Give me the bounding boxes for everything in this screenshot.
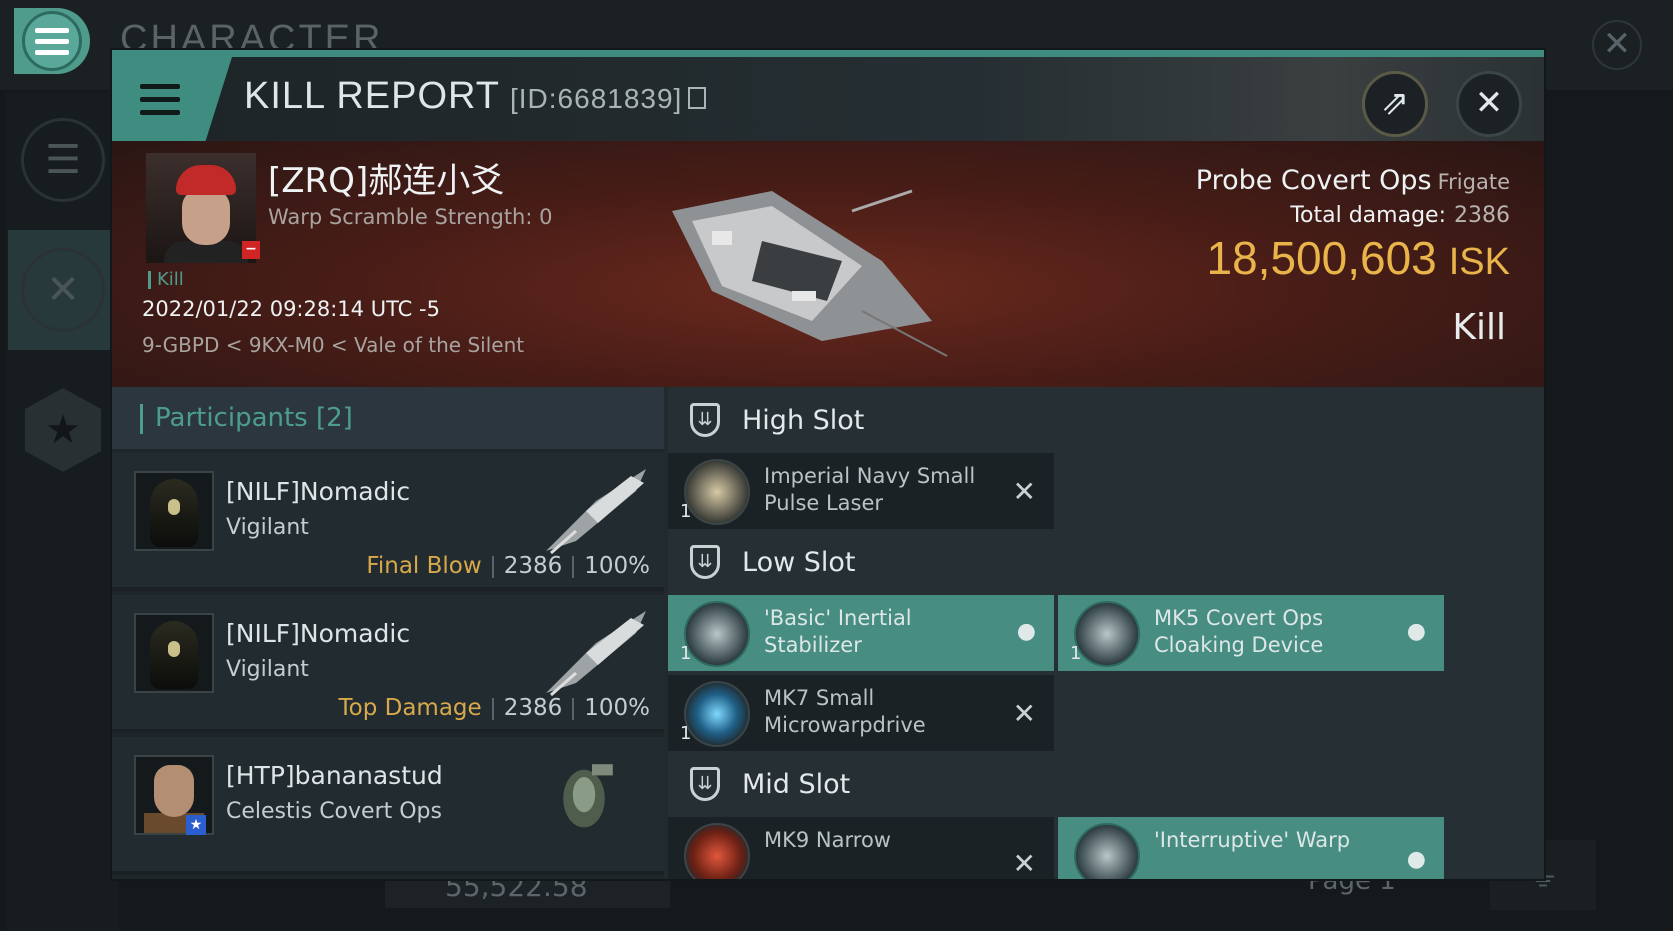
pilot-damage: 2386: [503, 695, 563, 721]
module-name: Imperial Navy Small Pulse Laser: [764, 464, 976, 515]
dropped-person-icon: ●: [1016, 619, 1036, 644]
module-name: MK5 Covert Ops Cloaking Device: [1154, 606, 1324, 657]
participant-row[interactable]: [NILF]Nomadic Vigilant Top Damage 2386 100…: [112, 595, 664, 733]
low-slot-header: ⇊ Low Slot: [668, 529, 1544, 595]
participant-row[interactable]: [NILF]Nomadic Vigilant Final Blow 2386 100…: [112, 453, 664, 591]
high-slot-icon: ⇊: [690, 403, 720, 437]
pilot-name: [HTP]bananastud: [226, 761, 443, 790]
pilot-stats: Final Blow 2386 100%: [366, 553, 650, 579]
dropped-person-icon: ●: [1406, 847, 1426, 872]
module-name: MK9 Narrow: [764, 828, 891, 852]
warp-disruptor-icon: [1074, 823, 1140, 879]
cloaking-device-icon: [1074, 601, 1140, 667]
menu-icon: [35, 27, 69, 55]
kill-location[interactable]: 9-GBPD < 9KX-M0 < Vale of the Silent: [142, 333, 524, 357]
dropped-person-icon: ●: [1406, 619, 1426, 644]
participants-panel: Participants [2] [NILF]Nomadic Vigilant …: [112, 387, 664, 879]
module-quantity: 1: [1070, 643, 1082, 664]
destroyed-icon: ✕: [1012, 697, 1036, 730]
star-badge-icon: ★: [186, 815, 206, 835]
participants-header[interactable]: Participants [2]: [112, 387, 664, 449]
module-item[interactable]: 1 MK7 Small Microwarpdrive ✕: [668, 675, 1054, 751]
participant-ship-image: [563, 764, 613, 828]
pulse-laser-icon: [684, 459, 750, 525]
module-item[interactable]: 1 Imperial Navy Small Pulse Laser ✕: [668, 453, 1054, 529]
destroyed-icon: ✕: [1012, 475, 1036, 508]
module-quantity: 1: [680, 723, 692, 744]
pilot-percent: 100%: [584, 553, 650, 579]
victim-name[interactable]: [ZRQ]郝连小爻: [268, 153, 504, 202]
inertial-stabilizer-icon: [684, 601, 750, 667]
final-blow-tag: Final Blow: [366, 553, 482, 579]
pilot-ship: Vigilant: [226, 657, 309, 682]
module-item[interactable]: 'Interruptive' Warp ●: [1058, 817, 1444, 879]
module-item[interactable]: 1 MK5 Covert Ops Cloaking Device ●: [1058, 595, 1444, 671]
total-damage: Total damage: 2386: [1290, 203, 1510, 228]
sidebar-item-list[interactable]: ☰: [8, 100, 118, 220]
scrambler-icon: [684, 823, 750, 879]
pilot-name: [NILF]Nomadic: [226, 477, 411, 506]
participant-ship-image: [546, 469, 646, 555]
participant-row[interactable]: ★ [HTP]bananastud Celestis Covert Ops: [112, 737, 664, 875]
share-button[interactable]: ⇗: [1362, 71, 1428, 137]
kill-result-label: Kill: [1452, 307, 1506, 348]
modal-menu-button[interactable]: [112, 57, 232, 141]
pilot-portrait: [134, 471, 214, 551]
copy-icon[interactable]: [688, 86, 707, 109]
close-button[interactable]: ✕: [1456, 71, 1522, 137]
pilot-damage: 2386: [503, 553, 563, 579]
module-quantity: 1: [680, 501, 692, 522]
close-icon: ✕: [1474, 83, 1504, 123]
minus-badge-icon: −: [242, 241, 260, 259]
module-name: 'Interruptive' Warp: [1154, 828, 1351, 852]
kill-datetime: 2022/01/22 09:28:14 UTC -5: [142, 297, 440, 321]
fitting-slots-panel: ⇊ High Slot 1 Imperial Navy Small Pulse L…: [668, 387, 1544, 879]
mid-slot-header: ⇊ Mid Slot: [668, 751, 1544, 817]
pilot-ship: Vigilant: [226, 515, 309, 540]
module-name: MK7 Small Microwarpdrive: [764, 686, 926, 737]
pilot-ship: Celestis Covert Ops: [226, 799, 442, 824]
star-icon: ★: [25, 388, 101, 472]
modal-header: KILL REPORT [ID:6681839] ⇗ ✕: [112, 57, 1544, 141]
victim-ship-image: [672, 189, 948, 357]
kill-id: [ID:6681839]: [509, 83, 683, 114]
pilot-stats: Top Damage 2386 100%: [339, 695, 651, 721]
top-damage-tag: Top Damage: [338, 695, 482, 721]
main-menu-button[interactable]: [14, 8, 90, 74]
victim-banner: − [ZRQ]郝连小爻 Warp Scramble Strength: 0 Ki…: [112, 141, 1544, 387]
module-quantity: 1: [680, 643, 692, 664]
high-slot-header: ⇊ High Slot: [668, 387, 1544, 453]
background-close-icon[interactable]: ✕: [1592, 20, 1642, 70]
victim-ship-name[interactable]: Probe Covert Ops Frigate: [1196, 165, 1510, 196]
low-slot-icon: ⇊: [690, 545, 720, 579]
pilot-percent: 100%: [584, 695, 650, 721]
module-item[interactable]: MK9 Narrow ✕: [668, 817, 1054, 879]
sidebar-item-combat[interactable]: ✕: [8, 230, 118, 350]
kill-tag: Kill: [148, 269, 184, 290]
crossed-swords-icon: ✕: [21, 248, 105, 332]
participant-ship-image: [546, 611, 646, 697]
sidebar-item-favorites[interactable]: ★: [8, 370, 118, 490]
modal-title: KILL REPORT [ID:6681839]: [244, 75, 707, 118]
microwarpdrive-icon: [684, 681, 750, 747]
share-icon: ⇗: [1380, 83, 1410, 123]
warp-scramble-strength: Warp Scramble Strength: 0: [268, 205, 553, 229]
menu-icon: [140, 83, 180, 115]
pilot-name: [NILF]Nomadic: [226, 619, 411, 648]
victim-portrait[interactable]: [146, 153, 256, 263]
ship-class: Frigate: [1437, 170, 1510, 194]
kill-report-modal: KILL REPORT [ID:6681839] ⇗ ✕ − [ZRQ]郝连小爻 …: [112, 50, 1544, 879]
list-icon: ☰: [21, 118, 105, 202]
destroyed-icon: ✕: [1012, 847, 1036, 879]
module-name: 'Basic' Inertial Stabilizer: [764, 606, 912, 657]
mid-slot-icon: ⇊: [690, 767, 720, 801]
pilot-portrait: [134, 613, 214, 693]
title-text: KILL REPORT: [244, 75, 500, 117]
module-item[interactable]: 1 'Basic' Inertial Stabilizer ●: [668, 595, 1054, 671]
isk-value: 18,500,603 ISK: [1206, 232, 1510, 284]
